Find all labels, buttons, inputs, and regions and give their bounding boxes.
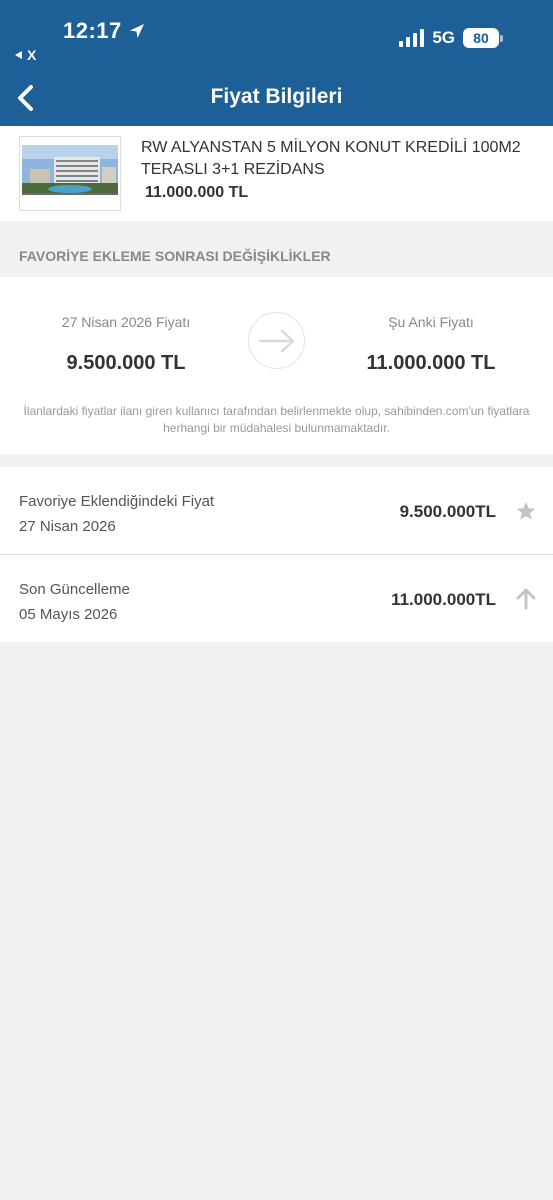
clock-text: 12:17	[63, 18, 122, 43]
back-app-label: X	[27, 47, 37, 63]
star-icon	[516, 502, 536, 520]
price-comparison: 27 Nisan 2026 Fiyatı 9.500.000 TL Şu Ank…	[0, 277, 553, 454]
row-label: Favoriye Eklendiğindeki Fiyat	[19, 493, 215, 510]
previous-price-value: 9.500.000 TL	[66, 352, 186, 374]
battery-icon: 80	[463, 28, 503, 48]
listing-price: 11.000.000 TL	[145, 184, 249, 201]
current-price-label: Şu Anki Fiyatı	[388, 314, 474, 330]
top-bar: 12:17 X 5G 80 Fiyat Bilgileri	[0, 0, 553, 126]
signal-icon	[399, 29, 425, 47]
network-type: 5G	[432, 28, 455, 47]
listing-thumbnail[interactable]	[19, 136, 121, 211]
building-image	[20, 137, 120, 210]
back-triangle-icon	[15, 51, 22, 59]
location-arrow-icon	[129, 24, 144, 38]
price-disclaimer: İlanlardaki fiyatlar ilanı giren kullanı…	[23, 404, 530, 435]
current-price-value: 11.000.000 TL	[366, 352, 496, 374]
previous-price-label: 27 Nisan 2026 Fiyatı	[61, 314, 191, 330]
arrow-up-icon	[516, 588, 536, 610]
section-heading: FAVORİYE EKLEME SONRASI DEĞİŞİKLİKLER	[19, 248, 331, 264]
status-indicators: 5G 80	[399, 28, 503, 48]
row-date: 05 Mayıs 2026	[19, 606, 118, 623]
row-label: Son Güncelleme	[19, 581, 130, 598]
status-time: 12:17	[63, 18, 146, 44]
price-history-list: Favoriye Eklendiğindeki Fiyat 27 Nisan 2…	[0, 467, 553, 642]
battery-level: 80	[463, 28, 499, 48]
row-date: 27 Nisan 2026	[19, 518, 116, 535]
list-item: Son Güncelleme 05 Mayıs 2026 11.000.000T…	[0, 554, 553, 642]
back-to-app-button[interactable]: X	[14, 47, 36, 63]
list-item: Favoriye Eklendiğindeki Fiyat 27 Nisan 2…	[0, 467, 553, 554]
row-price: 9.500.000TL	[399, 502, 496, 521]
listing-summary[interactable]: RW ALYANSTAN 5 MİLYON KONUT KREDİLİ 100M…	[0, 126, 553, 221]
page-title: Fiyat Bilgileri	[210, 85, 343, 108]
row-price: 11.000.000TL	[391, 590, 496, 609]
listing-title[interactable]: RW ALYANSTAN 5 MİLYON KONUT KREDİLİ 100M…	[141, 137, 541, 181]
arrow-right-icon	[248, 312, 305, 369]
